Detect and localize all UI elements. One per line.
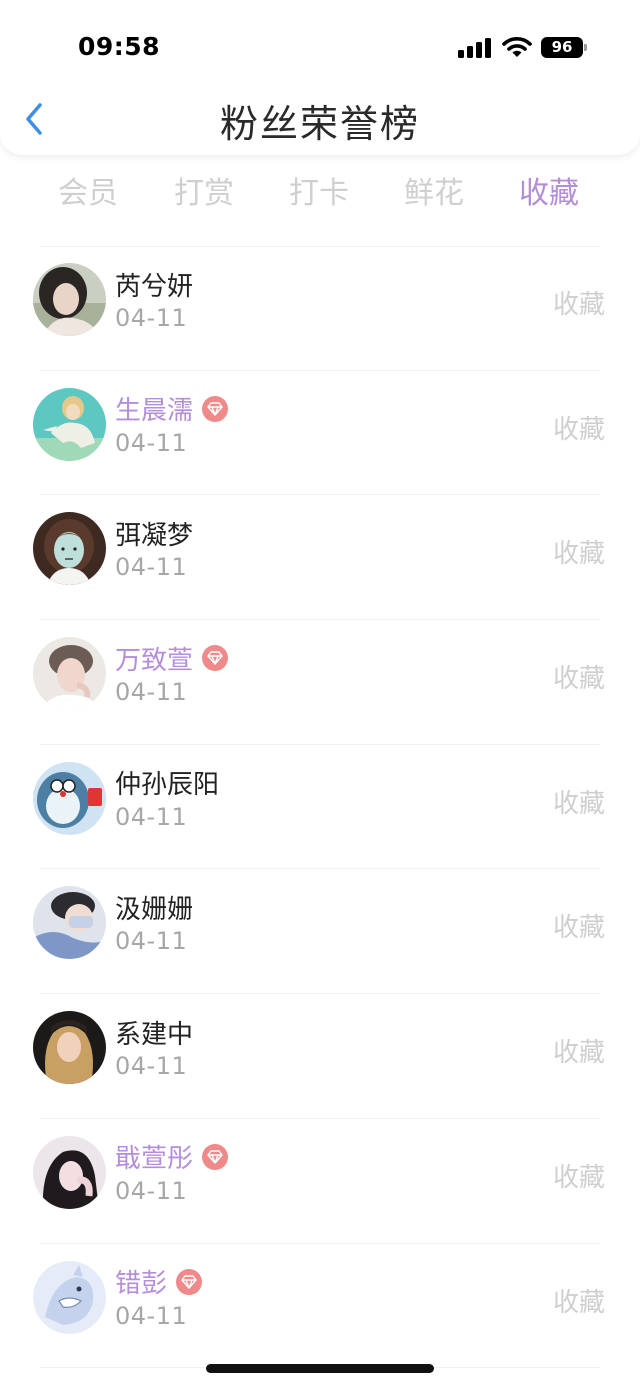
avatar	[33, 263, 106, 336]
list-item[interactable]: 仲孙辰阳 04-11 收藏	[0, 745, 640, 870]
tab-members[interactable]: 会员	[38, 168, 138, 212]
action-label: 收藏	[552, 414, 605, 445]
action-label: 收藏	[552, 1287, 605, 1318]
diamond-badge-icon	[176, 1268, 203, 1295]
name-line: 生晨濡	[115, 391, 229, 427]
photo-dark-hair-girl-icon	[33, 1135, 106, 1209]
photo-girl-icon	[33, 263, 106, 336]
wifi-icon	[502, 37, 532, 57]
avatar	[33, 761, 106, 835]
home-indicator[interactable]	[206, 1364, 434, 1373]
cartoon-doraemon-icon	[33, 761, 106, 835]
name-line: 错彭	[115, 1264, 203, 1300]
app-screen: 09:58 96 粉丝荣誉榜 会员 打赏 打卡 鲜花 收藏 芮兮妍 04-11 …	[0, 0, 640, 1387]
status-time: 09:58	[78, 32, 161, 61]
diamond-badge-icon	[202, 395, 229, 422]
fan-name: 汲姗姗	[115, 894, 194, 925]
fan-name: 系建中	[115, 1019, 194, 1050]
fan-name: 弭凝梦	[115, 520, 194, 551]
fan-date: 04-11	[115, 927, 188, 956]
battery-icon: 96	[541, 37, 583, 58]
list-item[interactable]: 系建中 04-11 收藏	[0, 994, 640, 1119]
fan-name: 万致萱	[115, 645, 194, 676]
fan-date: 04-11	[115, 428, 188, 457]
signal-icon	[458, 38, 492, 58]
list-item[interactable]: 芮兮妍 04-11 收藏	[0, 246, 640, 371]
action-label: 收藏	[552, 664, 605, 695]
cartoon-shark-icon	[33, 1260, 106, 1334]
fan-name: 戢萱彤	[115, 1144, 194, 1175]
name-line: 戢萱彤	[115, 1139, 229, 1175]
action-label: 收藏	[552, 1038, 605, 1069]
tab-favorites[interactable]: 收藏	[499, 168, 599, 212]
cartoon-girl-icon	[33, 512, 106, 586]
fan-date: 04-11	[115, 1176, 188, 1205]
action-label: 收藏	[552, 290, 605, 320]
list-item[interactable]: 错彭 04-11 收藏	[0, 1244, 640, 1369]
tab-bar: 会员 打赏 打卡 鲜花 收藏	[0, 168, 640, 218]
list-item[interactable]: 万致萱 04-11 收藏	[0, 620, 640, 745]
fan-name: 仲孙辰阳	[115, 770, 220, 801]
fan-date: 04-11	[115, 802, 188, 831]
fan-list: 芮兮妍 04-11 收藏 生晨濡 04-11 收藏 弭凝梦 04-11 收藏 万…	[0, 246, 640, 1368]
fan-name: 生晨濡	[115, 396, 194, 427]
tab-checkin[interactable]: 打卡	[269, 168, 369, 212]
avatar	[33, 512, 106, 586]
fan-date: 04-11	[115, 304, 188, 332]
name-line: 万致萱	[115, 640, 229, 676]
fan-date: 04-11	[115, 1052, 188, 1081]
list-item[interactable]: 汲姗姗 04-11 收藏	[0, 869, 640, 994]
name-line: 弭凝梦	[115, 515, 193, 551]
anime-boy-icon	[33, 387, 106, 461]
action-label: 收藏	[552, 788, 605, 819]
header: 09:58 96 粉丝荣誉榜	[0, 0, 640, 155]
avatar	[33, 886, 106, 960]
fan-date: 04-11	[115, 678, 188, 707]
fan-date: 04-11	[115, 553, 188, 582]
action-label: 收藏	[552, 913, 605, 944]
diamond-badge-icon	[202, 645, 229, 672]
avatar	[33, 1260, 106, 1334]
page-title: 粉丝荣誉榜	[219, 102, 420, 146]
avatar	[33, 1135, 106, 1209]
photo-blonde-girl-icon	[33, 1011, 106, 1085]
avatar	[33, 637, 106, 711]
status-bar: 09:58 96	[0, 28, 640, 68]
name-line: 芮兮妍	[115, 266, 193, 302]
action-label: 收藏	[552, 539, 605, 570]
photo-boy-icon	[33, 637, 106, 711]
avatar	[33, 1011, 106, 1085]
fan-date: 04-11	[115, 1301, 188, 1330]
photo-masked-boy-icon	[33, 886, 106, 960]
tab-flowers[interactable]: 鲜花	[384, 168, 484, 212]
diamond-badge-icon	[202, 1143, 229, 1170]
battery-tip	[584, 44, 587, 51]
list-item[interactable]: 生晨濡 04-11 收藏	[0, 371, 640, 496]
name-line: 仲孙辰阳	[115, 765, 219, 801]
name-line: 汲姗姗	[115, 889, 193, 925]
fan-name: 错彭	[115, 1269, 168, 1299]
fan-name: 芮兮妍	[115, 271, 194, 302]
name-line: 系建中	[115, 1014, 193, 1050]
action-label: 收藏	[552, 1162, 605, 1193]
avatar	[33, 387, 106, 461]
list-item[interactable]: 弭凝梦 04-11 收藏	[0, 495, 640, 620]
list-item[interactable]: 戢萱彤 04-11 收藏	[0, 1119, 640, 1244]
tab-rewards[interactable]: 打赏	[154, 168, 254, 212]
